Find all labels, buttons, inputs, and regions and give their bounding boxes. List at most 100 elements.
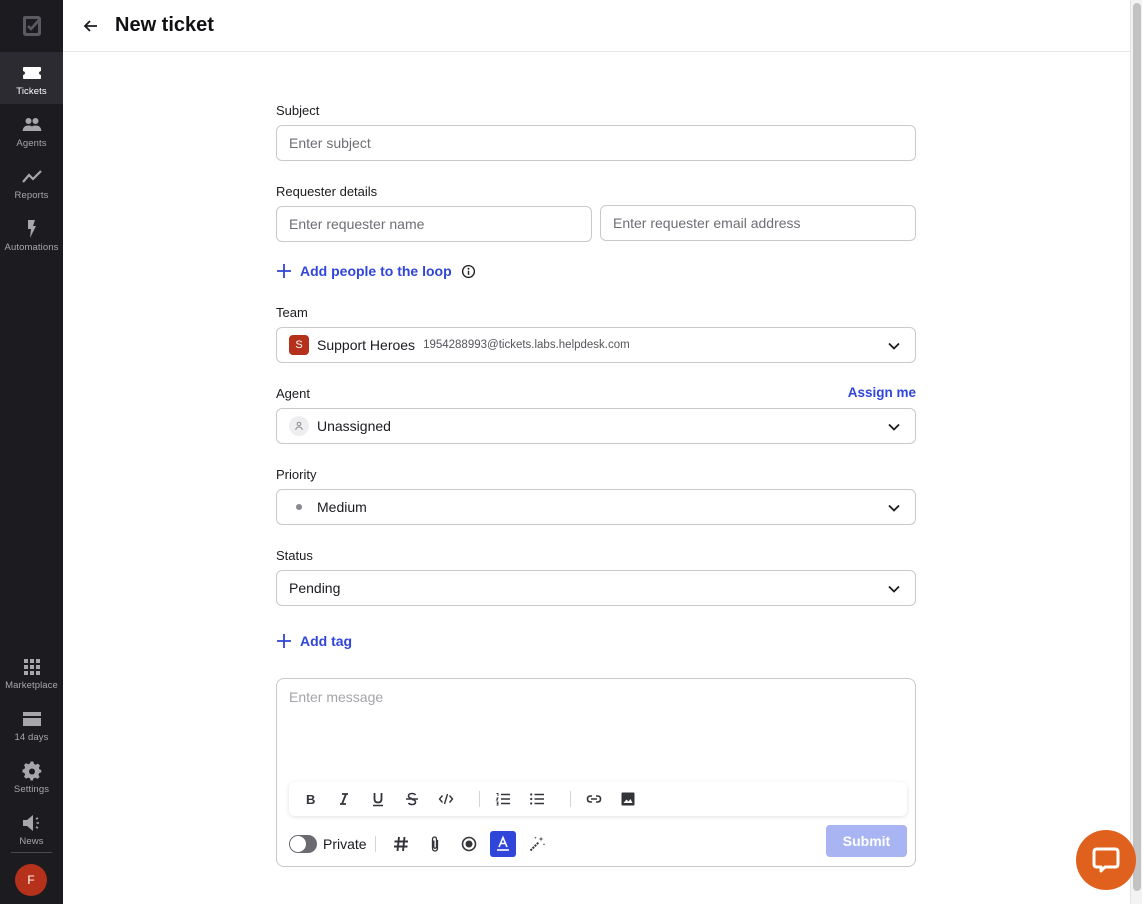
requester-details-label: Requester details: [276, 184, 378, 199]
status-select[interactable]: Pending: [276, 570, 916, 606]
card-icon: [22, 712, 41, 726]
sidebar-item-reports[interactable]: Reports: [0, 156, 63, 208]
message-editor: B: [276, 678, 916, 867]
agent-label: Agent: [276, 386, 310, 401]
grid-icon: [23, 659, 40, 675]
magic-wand-icon: [529, 836, 545, 852]
sidebar-item-agents[interactable]: Agents: [0, 104, 63, 156]
team-badge: S: [289, 335, 309, 355]
image-button[interactable]: [617, 788, 639, 810]
link-icon: [586, 795, 602, 803]
sidebar-item-label: Automations: [4, 242, 59, 253]
strikethrough-button[interactable]: [401, 788, 423, 810]
submit-button[interactable]: Submit: [826, 825, 907, 857]
sidebar-item-label: Tickets: [16, 86, 47, 97]
sidebar-item-label: 14 days: [14, 732, 49, 743]
add-tag-button[interactable]: Add tag: [276, 633, 352, 649]
chevron-down-icon: [888, 342, 900, 350]
text-format-button[interactable]: [489, 831, 516, 857]
requester-email-input[interactable]: [600, 205, 916, 241]
attachment-button[interactable]: [422, 831, 448, 857]
agent-select[interactable]: Unassigned: [276, 408, 916, 444]
sidebar-item-label: Settings: [13, 784, 50, 795]
status-value: Pending: [289, 580, 341, 596]
lightning-icon: [27, 220, 36, 238]
scrollbar-thumb[interactable]: [1133, 3, 1141, 891]
ticket-icon: [22, 67, 41, 79]
ai-assist-button[interactable]: [524, 831, 550, 857]
bullet-list-button[interactable]: [526, 788, 548, 810]
plus-icon: [277, 264, 291, 278]
chevron-down-icon: [888, 585, 900, 593]
underline-button[interactable]: [367, 788, 389, 810]
priority-select[interactable]: Medium: [276, 489, 916, 525]
ordered-list-icon: [495, 793, 510, 806]
add-tag-label: Add tag: [300, 633, 353, 649]
user-avatar[interactable]: F: [15, 864, 47, 896]
status-label: Status: [276, 548, 313, 563]
record-button[interactable]: [456, 831, 482, 857]
sidebar-item-marketplace[interactable]: Marketplace: [0, 646, 63, 698]
page-scrollbar[interactable]: [1130, 0, 1142, 904]
subject-label: Subject: [276, 103, 320, 118]
priority-dot-icon: [296, 504, 302, 510]
helpdesk-logo[interactable]: [0, 0, 63, 52]
paperclip-icon: [431, 836, 438, 852]
priority-indicator: [289, 497, 309, 517]
sidebar-divider: [11, 852, 52, 853]
gear-icon: [21, 761, 41, 781]
code-button[interactable]: [435, 788, 457, 810]
add-people-label: Add people to the loop: [300, 263, 452, 279]
subject-input[interactable]: [276, 125, 916, 161]
sidebar-item-tickets[interactable]: Tickets: [0, 52, 63, 104]
add-people-button[interactable]: Add people to the loop: [276, 263, 476, 279]
sidebar: Tickets Agents Reports Automations Marke…: [0, 0, 63, 904]
app: Tickets Agents Reports Automations Marke…: [0, 0, 1142, 904]
toolbar-divider: [479, 791, 480, 807]
back-button[interactable]: [81, 16, 101, 36]
hashtag-button[interactable]: [388, 831, 414, 857]
bullet-list-icon: [530, 793, 544, 805]
sidebar-item-trial[interactable]: 14 days: [0, 698, 63, 750]
sidebar-item-news[interactable]: News: [0, 802, 63, 854]
megaphone-icon: [22, 815, 39, 831]
text-color-icon: [496, 835, 509, 851]
team-email: 1954288993@tickets.labs.helpdesk.com: [423, 339, 630, 351]
italic-icon: [340, 793, 348, 805]
sidebar-item-settings[interactable]: Settings: [0, 750, 63, 802]
assign-me-button[interactable]: Assign me: [848, 385, 916, 400]
info-icon[interactable]: [461, 264, 476, 279]
underline-icon: [373, 793, 383, 807]
chevron-down-icon: [888, 423, 900, 431]
person-icon: [295, 421, 303, 431]
requester-name-input[interactable]: [276, 206, 592, 242]
sidebar-item-label: Reports: [14, 190, 49, 201]
toggle-knob: [290, 836, 306, 852]
team-select[interactable]: S Support Heroes 1954288993@tickets.labs…: [276, 327, 916, 363]
svg-text:B: B: [306, 792, 315, 807]
sidebar-item-label: Agents: [16, 138, 47, 149]
strikethrough-icon: [406, 792, 418, 806]
sidebar-item-automations[interactable]: Automations: [0, 208, 63, 260]
sidebar-item-label: News: [19, 836, 44, 847]
private-toggle[interactable]: [289, 835, 317, 853]
format-toolbar: B: [289, 782, 907, 816]
actions-divider: [374, 836, 376, 852]
link-button[interactable]: [583, 788, 605, 810]
agents-icon: [22, 118, 41, 131]
chevron-down-icon: [888, 504, 900, 512]
message-input[interactable]: [289, 689, 899, 769]
sidebar-item-label: Marketplace: [5, 680, 58, 691]
arrow-left-icon: [83, 20, 97, 32]
logo-icon: [22, 16, 41, 36]
chat-widget-button[interactable]: [1076, 830, 1136, 890]
italic-button[interactable]: [333, 788, 355, 810]
plus-icon: [277, 634, 291, 648]
toolbar-divider: [570, 791, 571, 807]
ordered-list-button[interactable]: [492, 788, 514, 810]
agent-value: Unassigned: [317, 418, 391, 434]
bold-button[interactable]: B: [299, 788, 321, 810]
agent-avatar: [289, 416, 309, 436]
priority-value: Medium: [317, 499, 367, 515]
bold-icon: B: [306, 792, 315, 807]
